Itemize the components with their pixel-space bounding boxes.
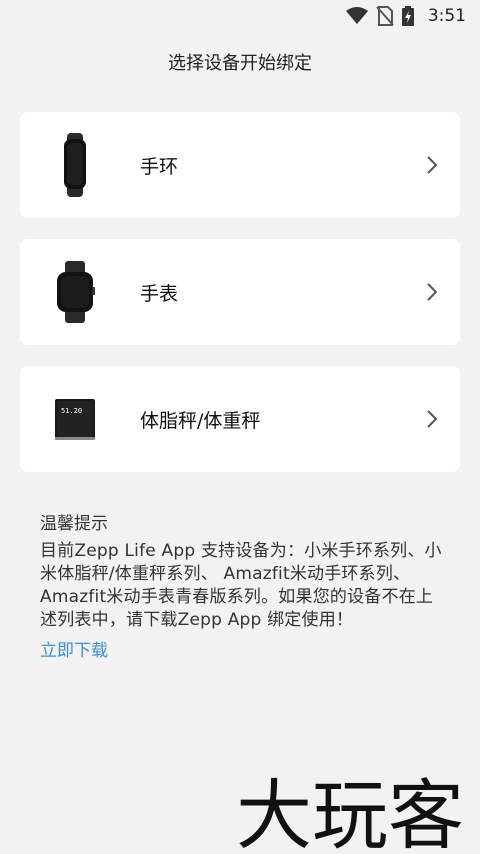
page-title: 选择设备开始绑定 — [168, 53, 312, 74]
scale-reading: 51.20 — [61, 407, 82, 415]
device-label: 手环 — [140, 155, 179, 178]
wifi-icon — [345, 7, 368, 24]
device-label: 手表 — [140, 282, 179, 305]
chevron-right-icon — [427, 156, 438, 174]
tips-title: 温馨提示 — [40, 514, 108, 534]
chevron-right-icon — [427, 283, 438, 301]
battery-charging-icon — [401, 6, 414, 26]
status-time: 3:51 — [427, 6, 466, 26]
tips-section: 温馨提示 目前Zepp Life App 支持设备为：小米手环系列、小米体脂秤/… — [40, 512, 450, 661]
scale-icon: 51.20 — [40, 384, 110, 454]
status-bar: 3:51 — [0, 0, 480, 32]
band-icon — [40, 130, 110, 200]
watch-icon — [40, 257, 110, 327]
device-card-scale[interactable]: 51.20 体脂秤/体重秤 — [20, 366, 460, 472]
device-card-watch[interactable]: 手表 — [20, 239, 460, 345]
download-link[interactable]: 立即下载 — [40, 636, 108, 661]
svg-text:大玩客: 大玩客 — [236, 771, 464, 854]
watermark-logo: 大玩客 — [236, 771, 464, 854]
no-sim-icon — [376, 6, 394, 26]
tips-body: 目前Zepp Life App 支持设备为：小米手环系列、小米体脂秤/体重秤系列… — [40, 541, 442, 630]
chevron-right-icon — [427, 410, 438, 428]
device-label: 体脂秤/体重秤 — [140, 409, 261, 432]
device-card-band[interactable]: 手环 — [20, 112, 460, 218]
